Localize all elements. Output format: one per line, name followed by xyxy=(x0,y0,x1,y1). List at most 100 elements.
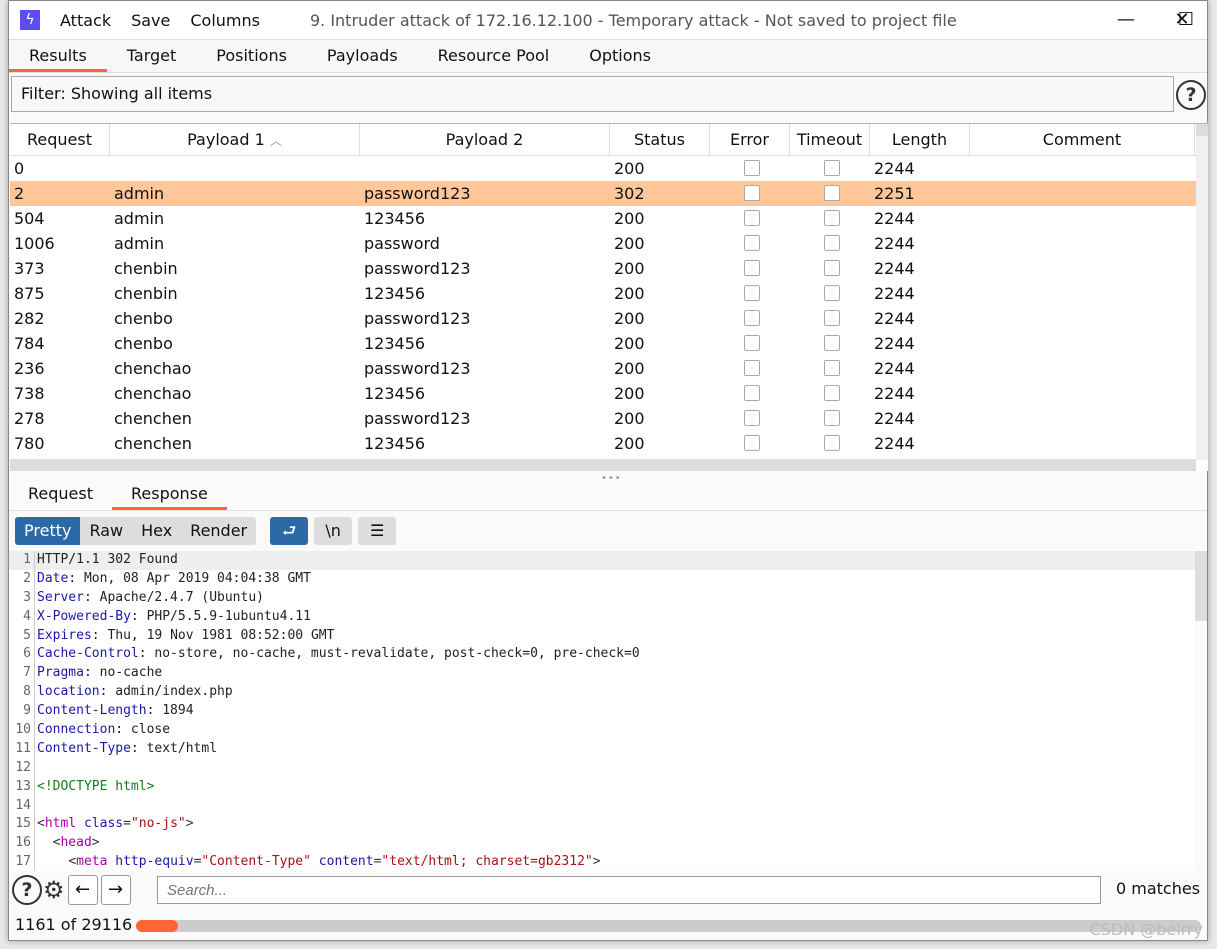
column-error[interactable]: Error xyxy=(710,124,790,155)
table-row[interactable]: 784 chenbo 123456 200 2244 xyxy=(10,331,1208,356)
timeout-checkbox[interactable] xyxy=(824,235,840,251)
line-text: Server: Apache/2.4.7 (Ubuntu) xyxy=(35,589,264,608)
code-token: : Apache/2.4.7 (Ubuntu) xyxy=(83,589,264,605)
cell-timeout xyxy=(790,406,870,431)
search-input[interactable] xyxy=(157,876,1101,904)
settings-gear-icon[interactable]: ⚙ xyxy=(43,876,65,904)
intruder-attack-window: ϟ Attack Save Columns 9. Intruder attack… xyxy=(8,0,1208,941)
previous-match-button[interactable]: ← xyxy=(67,875,98,905)
show-newlines-icon[interactable]: \n xyxy=(314,517,353,545)
response-editor[interactable]: 1 HTTP/1.1 302 Found 2 Date: Mon, 08 Apr 20… xyxy=(9,551,1195,871)
timeout-checkbox[interactable] xyxy=(824,160,840,176)
minimize-button[interactable]: — xyxy=(1106,7,1146,33)
filter-bar[interactable]: Filter: Showing all items xyxy=(11,76,1174,112)
table-vertical-scrollbar[interactable] xyxy=(1196,124,1208,460)
timeout-checkbox[interactable] xyxy=(824,285,840,301)
table-row[interactable]: 236 chenchao password123 200 2244 xyxy=(10,356,1208,381)
timeout-checkbox[interactable] xyxy=(824,210,840,226)
table-horizontal-scrollbar[interactable] xyxy=(10,459,1196,471)
view-pretty-button[interactable]: Pretty xyxy=(15,517,81,545)
menu-icon[interactable]: ☰ xyxy=(358,517,397,545)
editor-scrollbar[interactable] xyxy=(1195,551,1207,621)
timeout-checkbox[interactable] xyxy=(824,410,840,426)
cell-status: 200 xyxy=(614,259,645,278)
timeout-checkbox[interactable] xyxy=(824,435,840,451)
menu-columns[interactable]: Columns xyxy=(190,11,260,30)
table-row[interactable]: 738 chenchao 123456 200 2244 xyxy=(10,381,1208,406)
timeout-checkbox[interactable] xyxy=(824,335,840,351)
view-hex-button[interactable]: Hex xyxy=(132,517,181,545)
tab-request[interactable]: Request xyxy=(9,479,112,510)
table-row[interactable]: 278 chenchen password123 200 2244 xyxy=(10,406,1208,431)
error-checkbox[interactable] xyxy=(744,410,760,426)
table-row[interactable]: 373 chenbin password123 200 2244 xyxy=(10,256,1208,281)
cell-request: 780 xyxy=(14,434,45,453)
next-match-button[interactable]: → xyxy=(100,875,131,905)
column-request[interactable]: Request xyxy=(10,124,110,155)
menu-save[interactable]: Save xyxy=(131,11,170,30)
tab-options[interactable]: Options xyxy=(569,40,671,72)
wrap-lines-icon[interactable]: ⮐ xyxy=(270,517,309,545)
error-checkbox[interactable] xyxy=(744,335,760,351)
cell-status: 302 xyxy=(614,184,645,203)
column-payload-1[interactable]: Payload 1 ︿ xyxy=(110,124,360,155)
cell-timeout xyxy=(790,156,870,181)
cell-comment xyxy=(970,331,1195,356)
table-row[interactable]: 282 chenbo password123 200 2244 xyxy=(10,306,1208,331)
tab-response[interactable]: Response xyxy=(112,479,227,510)
column-status[interactable]: Status xyxy=(610,124,710,155)
cell-p2 xyxy=(360,156,610,181)
help-icon[interactable]: ? xyxy=(1176,80,1206,110)
error-checkbox[interactable] xyxy=(744,260,760,276)
cell-status: 200 xyxy=(614,409,645,428)
error-checkbox[interactable] xyxy=(744,385,760,401)
search-bar: ? ⚙ ← → 0 matches xyxy=(9,873,1207,907)
table-row[interactable]: 504 admin 123456 200 2244 xyxy=(10,206,1208,231)
timeout-checkbox[interactable] xyxy=(824,385,840,401)
error-checkbox[interactable] xyxy=(744,160,760,176)
timeout-checkbox[interactable] xyxy=(824,360,840,376)
timeout-checkbox[interactable] xyxy=(824,310,840,326)
line-text: <meta http-equiv="Content-Type" content=… xyxy=(35,853,600,871)
column-length[interactable]: Length xyxy=(870,124,970,155)
table-row[interactable]: 780 chenchen 123456 200 2244 xyxy=(10,431,1208,456)
error-checkbox[interactable] xyxy=(744,360,760,376)
code-token: Server xyxy=(37,589,84,605)
help-icon[interactable]: ? xyxy=(12,875,42,905)
watermark: CSDN @beirry xyxy=(1089,920,1204,939)
cell-length: 2244 xyxy=(874,359,915,378)
error-checkbox[interactable] xyxy=(744,310,760,326)
column-payload-2[interactable]: Payload 2 xyxy=(360,124,610,155)
tab-positions[interactable]: Positions xyxy=(196,40,307,72)
tab-target[interactable]: Target xyxy=(107,40,197,72)
tab-resource-pool[interactable]: Resource Pool xyxy=(418,40,570,72)
code-token: < xyxy=(68,854,77,870)
line-number: 16 xyxy=(9,834,35,854)
timeout-checkbox[interactable] xyxy=(824,185,840,201)
view-raw-button[interactable]: Raw xyxy=(80,517,132,545)
menu-attack[interactable]: Attack xyxy=(60,11,111,30)
cell-p2: password123 xyxy=(364,309,471,328)
timeout-checkbox[interactable] xyxy=(824,260,840,276)
close-button[interactable]: ✕ xyxy=(1162,7,1202,33)
code-token: content xyxy=(318,854,374,870)
table-row[interactable]: 875 chenbin 123456 200 2244 xyxy=(10,281,1208,306)
cell-timeout xyxy=(790,206,870,231)
column-comment[interactable]: Comment xyxy=(970,124,1195,155)
error-checkbox[interactable] xyxy=(744,285,760,301)
table-row[interactable]: 0 200 2244 xyxy=(10,156,1208,181)
table-row[interactable]: 2 admin password123 302 2251 xyxy=(10,181,1208,206)
cell-comment xyxy=(970,231,1195,256)
tab-results[interactable]: Results xyxy=(9,40,107,72)
table-row[interactable]: 1006 admin password 200 2244 xyxy=(10,231,1208,256)
view-render-button[interactable]: Render xyxy=(181,517,256,545)
line-text: Content-Type: text/html xyxy=(35,740,217,759)
error-checkbox[interactable] xyxy=(744,185,760,201)
cell-timeout xyxy=(790,256,870,281)
tab-payloads[interactable]: Payloads xyxy=(307,40,418,72)
error-checkbox[interactable] xyxy=(744,235,760,251)
error-checkbox[interactable] xyxy=(744,210,760,226)
cell-timeout xyxy=(790,231,870,256)
column-timeout[interactable]: Timeout xyxy=(790,124,870,155)
error-checkbox[interactable] xyxy=(744,435,760,451)
